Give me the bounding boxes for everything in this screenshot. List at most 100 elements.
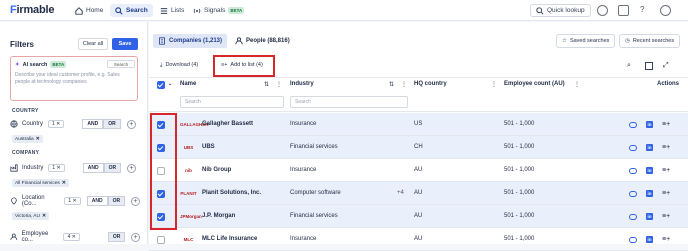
- add-filter-icon[interactable]: +: [127, 163, 137, 173]
- filter-count[interactable]: 1 ✕: [48, 120, 65, 128]
- column-menu-icon[interactable]: ⋮: [491, 81, 497, 88]
- linkedin-icon[interactable]: in: [646, 213, 653, 220]
- and-or-toggle[interactable]: OR: [107, 232, 126, 242]
- add-filter-icon[interactable]: +: [131, 232, 140, 242]
- column-header-employee-count[interactable]: Employee count (AU): [504, 81, 565, 87]
- sort-icon[interactable]: ⇅: [389, 81, 394, 88]
- filters-title: Filters: [10, 40, 35, 49]
- hq-country-cell: AU: [414, 236, 423, 242]
- company-logo: MLC: [183, 237, 194, 242]
- add-filter-icon[interactable]: +: [131, 196, 140, 206]
- add-to-list-icon[interactable]: ≡+: [662, 121, 670, 128]
- industry-search-input[interactable]: Search: [290, 96, 408, 108]
- search-scan-icon[interactable]: ⌕: [627, 62, 631, 70]
- linkedin-icon[interactable]: in: [646, 167, 653, 174]
- clear-all-button[interactable]: Clear all: [78, 38, 108, 50]
- help-icon[interactable]: ?: [640, 5, 644, 14]
- column-header-name[interactable]: Name: [180, 81, 196, 87]
- industry-filter[interactable]: Industry 1 ✕ AND OR +: [10, 162, 140, 174]
- row-checkbox[interactable]: [157, 236, 165, 244]
- link-icon[interactable]: [629, 122, 637, 128]
- and-or-toggle[interactable]: AND OR: [86, 196, 126, 206]
- download-button[interactable]: ⤓ Download (4): [160, 59, 198, 71]
- ai-search-input[interactable]: Describe your ideal customer profile, e.…: [15, 72, 135, 86]
- employee-count-cell: 501 - 1,000: [504, 144, 535, 150]
- link-icon[interactable]: [629, 145, 637, 151]
- linkedin-icon[interactable]: in: [646, 236, 653, 243]
- link-icon[interactable]: [629, 214, 637, 220]
- tab-people[interactable]: People (88,816): [230, 34, 295, 48]
- add-to-list-button[interactable]: ≡+ Add to list (4): [221, 59, 263, 71]
- company-name[interactable]: J.P. Morgan: [202, 213, 235, 219]
- column-header-hq-country[interactable]: HQ country: [414, 81, 447, 87]
- building-icon[interactable]: [618, 5, 629, 16]
- select-all-checkbox[interactable]: [157, 81, 165, 89]
- expand-icon[interactable]: ⤢: [663, 62, 669, 70]
- linkedin-icon[interactable]: in: [646, 144, 653, 151]
- filter-count[interactable]: 1 ✕: [48, 164, 65, 172]
- company-name[interactable]: Planit Solutions, Inc.: [202, 190, 261, 196]
- linkedin-icon[interactable]: in: [646, 121, 653, 128]
- add-to-list-icon[interactable]: ≡+: [662, 190, 670, 197]
- add-to-list-icon[interactable]: ≡+: [662, 144, 670, 151]
- company-name[interactable]: Nib Group: [202, 167, 231, 173]
- column-menu-icon[interactable]: ⋮: [574, 81, 580, 88]
- tab-companies[interactable]: Companies (1,213): [153, 34, 228, 48]
- nav-search[interactable]: Search: [110, 4, 153, 17]
- app-logo[interactable]: Firmable: [10, 4, 54, 16]
- company-logo: UBS: [183, 145, 194, 150]
- name-search-input[interactable]: Search: [180, 96, 284, 108]
- company-name[interactable]: Gallagher Bassett: [202, 121, 253, 127]
- beta-badge: BETA: [228, 7, 245, 14]
- company-name[interactable]: UBS: [202, 144, 215, 150]
- and-or-toggle[interactable]: AND OR: [82, 119, 121, 129]
- download-queue-icon[interactable]: [597, 5, 608, 16]
- hq-country-cell: CH: [414, 144, 423, 150]
- clock-icon: ◷: [625, 38, 630, 44]
- company-name[interactable]: MLC Life Insurance: [202, 236, 257, 242]
- quick-lookup-button[interactable]: Quick lookup: [530, 4, 591, 17]
- star-icon: ☆: [562, 38, 567, 44]
- nav-lists[interactable]: Lists: [155, 4, 189, 17]
- link-icon[interactable]: [629, 237, 637, 243]
- linkedin-icon[interactable]: in: [646, 190, 653, 197]
- close-icon: ✕: [61, 180, 66, 186]
- more-industries-badge[interactable]: +4: [397, 190, 404, 196]
- save-button[interactable]: Save: [112, 38, 138, 50]
- close-icon: ✕: [35, 136, 40, 142]
- ai-search-button[interactable]: Search: [107, 60, 135, 68]
- country-filter[interactable]: Country 1 ✕ AND OR +: [10, 118, 140, 130]
- company-logo: PLANIT: [180, 191, 197, 196]
- user-profile-icon[interactable]: [660, 5, 671, 16]
- filter-tag[interactable]: Australia ✕: [12, 135, 43, 143]
- nav-signals[interactable]: Signals BETA: [188, 4, 249, 17]
- hq-country-cell: AU: [414, 167, 423, 173]
- link-icon[interactable]: [629, 168, 637, 174]
- columns-icon[interactable]: [645, 62, 653, 70]
- column-menu-icon[interactable]: ⋮: [276, 81, 282, 88]
- add-to-list-icon[interactable]: ≡+: [662, 167, 670, 174]
- ai-search-box[interactable]: ✦ AI search BETA Search Describe your idea…: [10, 56, 138, 101]
- filter-tag[interactable]: All Financial services ✕: [12, 179, 69, 187]
- sort-icon[interactable]: ⇅: [264, 81, 269, 88]
- close-icon: ✕: [41, 213, 47, 219]
- and-or-toggle[interactable]: AND OR: [82, 163, 122, 173]
- nav-home[interactable]: Home: [70, 4, 108, 17]
- column-header-industry[interactable]: Industry: [290, 81, 314, 87]
- download-icon: ⤓: [160, 61, 163, 68]
- company-logo: nib: [185, 168, 192, 173]
- filter-tag[interactable]: Victoria, AU ✕: [12, 212, 50, 220]
- chevron-down-icon[interactable]: ⌄: [168, 81, 172, 87]
- column-menu-icon[interactable]: ⋮: [401, 81, 407, 88]
- link-icon[interactable]: [629, 191, 637, 197]
- location-filter[interactable]: Location (Co... 1 ✕ AND OR +: [10, 195, 140, 207]
- add-to-list-icon[interactable]: ≡+: [662, 236, 670, 243]
- filter-count[interactable]: 1 ✕: [64, 197, 81, 205]
- add-to-list-icon[interactable]: ≡+: [662, 213, 670, 220]
- add-filter-icon[interactable]: +: [126, 119, 136, 129]
- employee-count-filter[interactable]: Employee co... 4 ✕ OR +: [10, 231, 140, 243]
- saved-searches-button[interactable]: ☆ Saved searches: [556, 34, 616, 48]
- filter-count[interactable]: 4 ✕: [63, 233, 80, 241]
- recent-searches-button[interactable]: ◷ Recent searches: [619, 34, 681, 48]
- search-icon: [115, 6, 123, 15]
